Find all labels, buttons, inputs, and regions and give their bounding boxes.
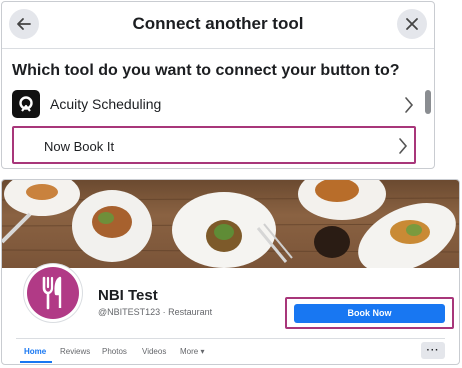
tool-option-now-book-it[interactable]: Now Book It — [12, 126, 416, 164]
book-now-button[interactable]: Book Now — [294, 303, 445, 323]
page-handle-category: @NBITEST123 · Restaurant — [98, 307, 213, 317]
page-avatar[interactable] — [24, 264, 82, 322]
scrollbar-thumb[interactable] — [425, 90, 431, 114]
fork-knife-icon — [42, 276, 62, 310]
tool-option-acuity[interactable]: Acuity Scheduling — [2, 88, 424, 122]
tab-more[interactable]: More ▾ — [180, 347, 204, 356]
tab-videos[interactable]: Videos — [142, 347, 166, 356]
dialog-question: Which tool do you want to connect your b… — [12, 62, 400, 79]
close-icon — [406, 18, 418, 30]
tab-home[interactable]: Home — [24, 347, 46, 356]
dialog-title: Connect another tool — [132, 14, 304, 33]
tab-photos[interactable]: Photos — [102, 347, 127, 356]
facebook-page-preview: NBI Test @NBITEST123 · Restaurant Book N… — [1, 179, 460, 365]
close-button[interactable] — [397, 9, 427, 39]
book-now-highlight: Book Now — [285, 297, 454, 329]
avatar-background — [27, 267, 79, 319]
tab-reviews[interactable]: Reviews — [60, 347, 90, 356]
chevron-right-icon — [399, 138, 408, 154]
cover-photo — [2, 180, 459, 268]
more-options-button[interactable]: ··· — [421, 342, 445, 359]
tabs-divider — [16, 338, 445, 339]
page-name: NBI Test — [98, 287, 158, 304]
chevron-right-icon — [405, 97, 414, 113]
active-tab-indicator — [20, 361, 52, 363]
tool-label: Now Book It — [44, 139, 115, 154]
tool-label: Acuity Scheduling — [50, 96, 162, 112]
header-divider — [2, 48, 434, 49]
connect-tool-dialog: Connect another tool Which tool do you w… — [1, 1, 435, 169]
acuity-logo-icon — [12, 90, 40, 118]
scrollbar[interactable] — [425, 86, 431, 166]
dialog-header: Connect another tool — [2, 2, 434, 46]
